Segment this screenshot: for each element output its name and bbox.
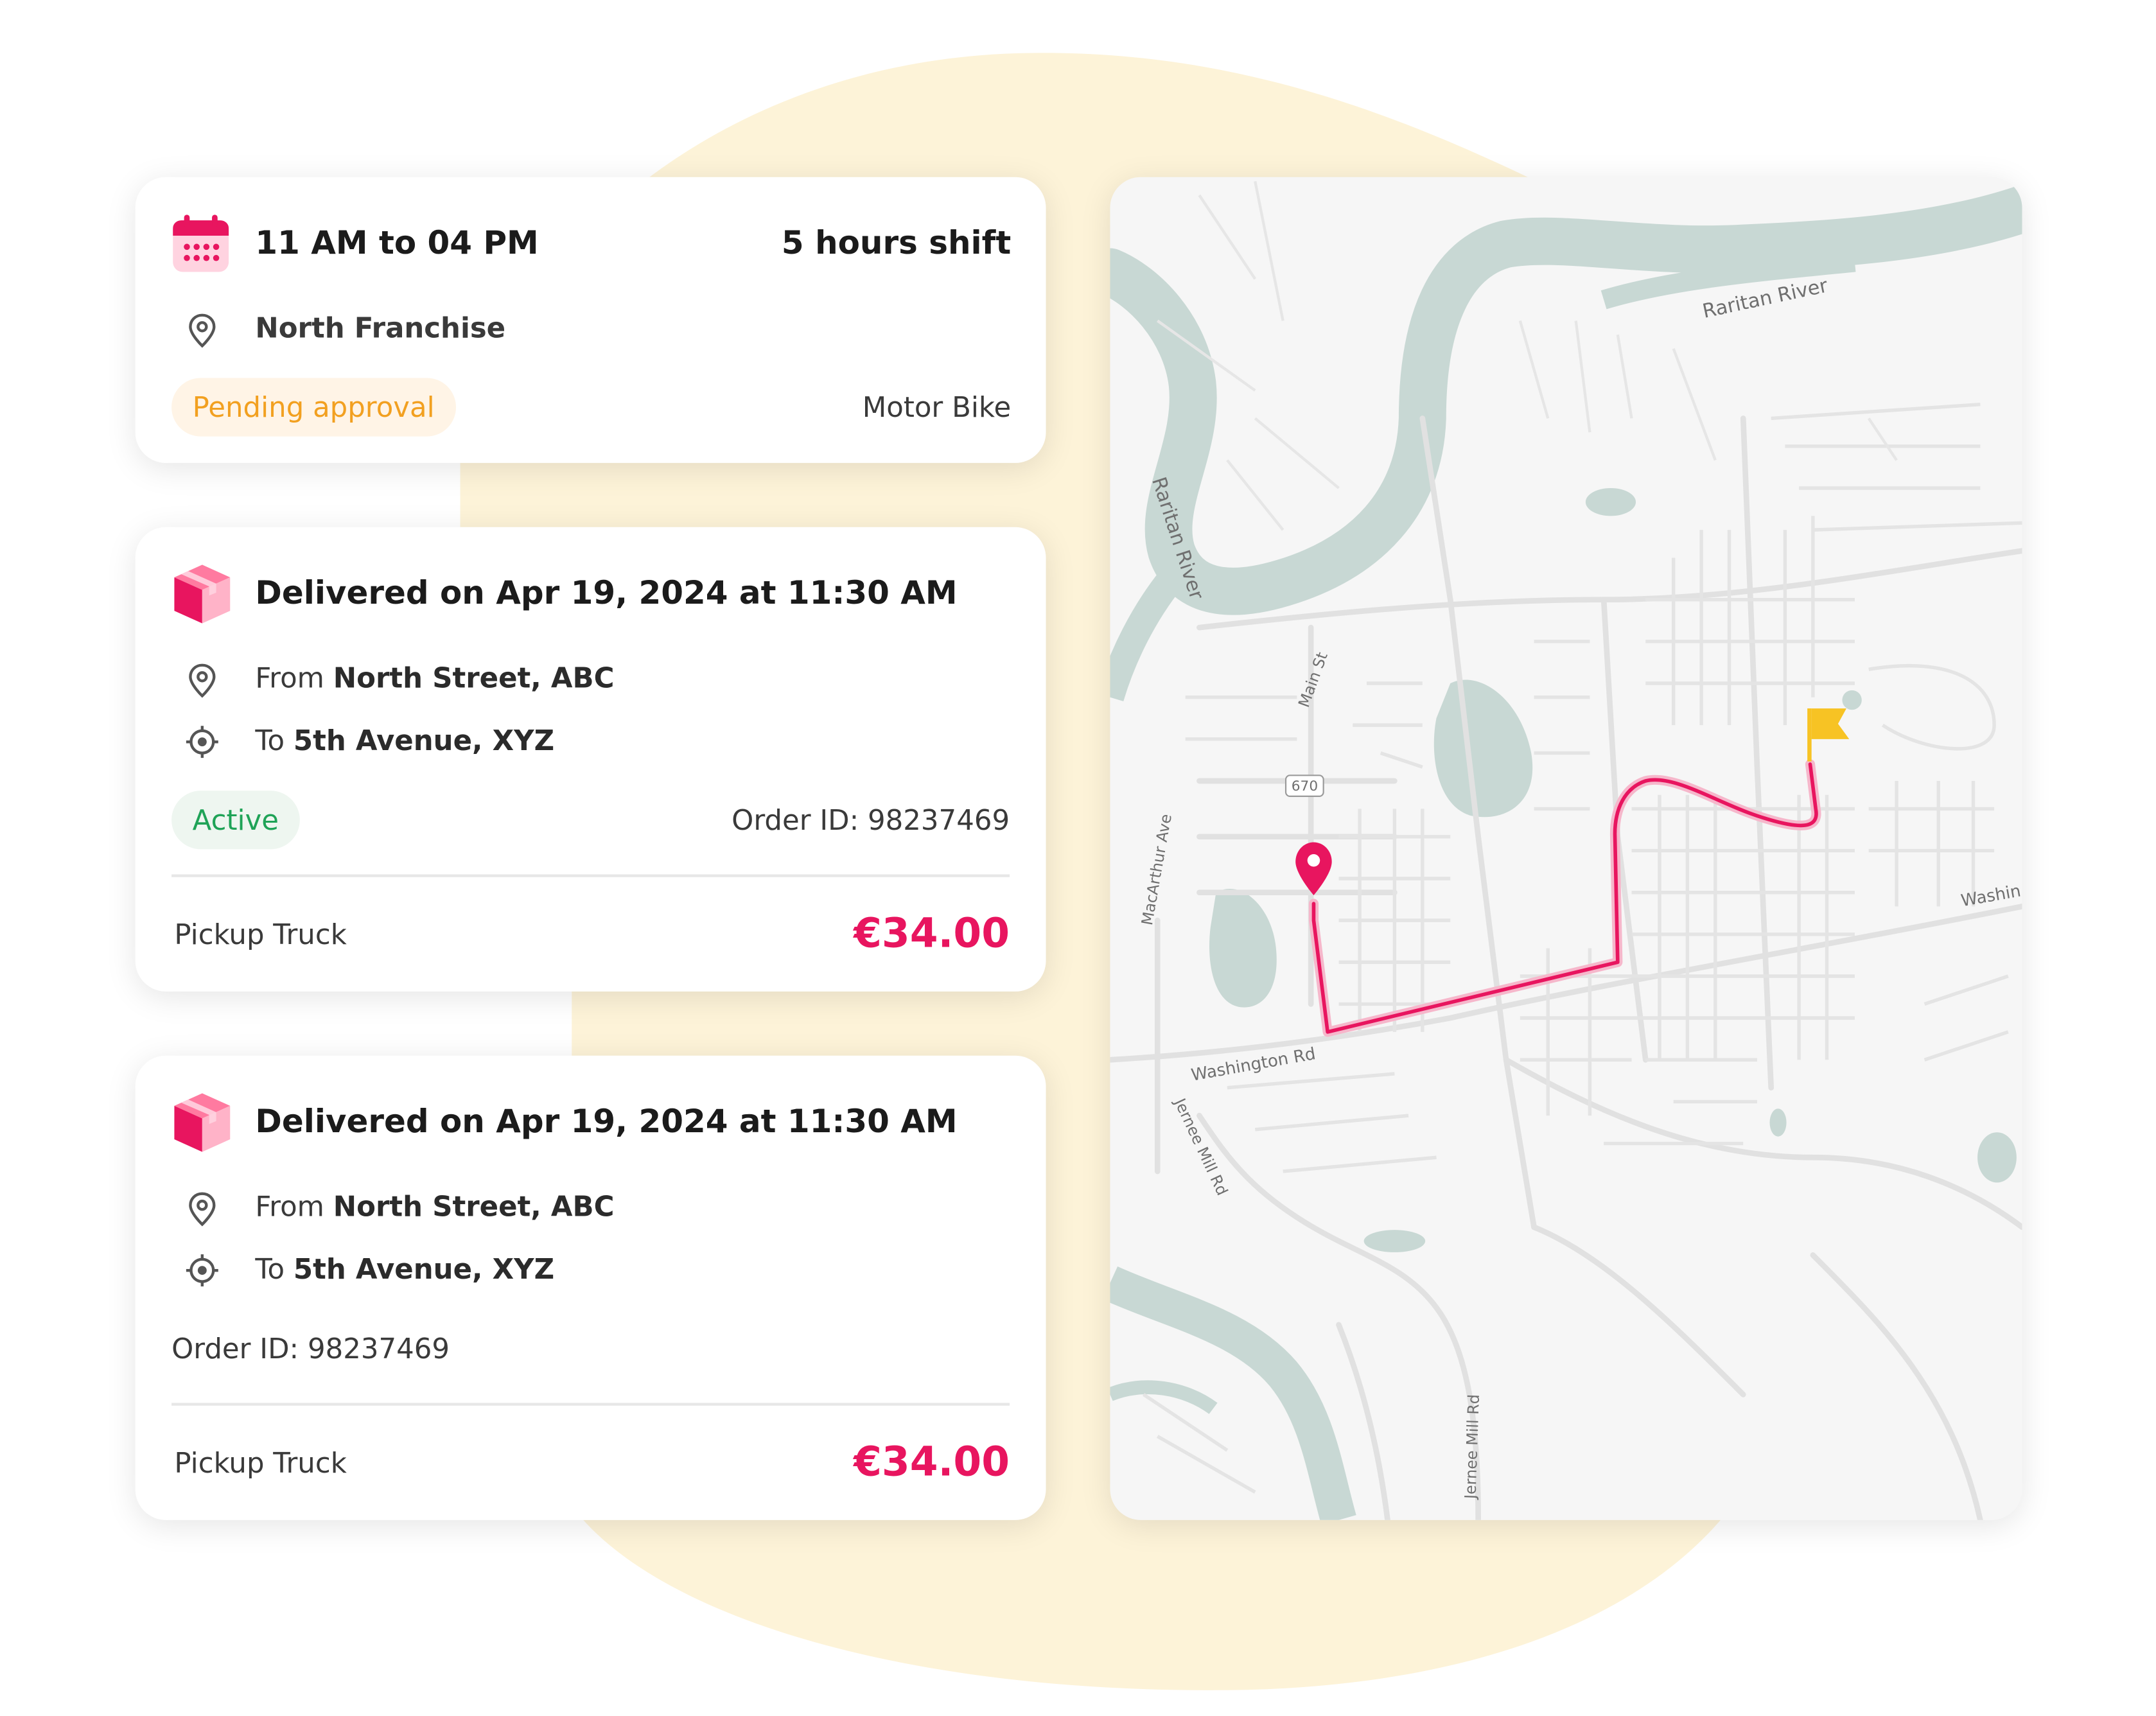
river xyxy=(1110,1266,1356,1520)
from-prefix: From xyxy=(255,661,324,695)
destination-pin-icon[interactable] xyxy=(1295,842,1332,896)
to-prefix: To xyxy=(255,723,285,758)
from-prefix: From xyxy=(255,1189,324,1223)
finish-flag-icon[interactable] xyxy=(1807,708,1850,762)
delivery-vehicle: Pickup Truck xyxy=(174,1446,347,1480)
to-address: 5th Avenue, XYZ xyxy=(293,723,555,758)
to-prefix: To xyxy=(255,1252,285,1286)
pond xyxy=(1977,1132,2017,1183)
shift-time: 11 AM to 04 PM xyxy=(255,225,539,263)
delivery-title: Delivered on Apr 19, 2024 at 11:30 AM xyxy=(255,1104,958,1141)
pond xyxy=(1585,487,1636,516)
delivery-vehicle: Pickup Truck xyxy=(174,917,347,951)
stage-content: 11 AM to 04 PM 5 hours shift North Franc… xyxy=(0,0,2156,1716)
package-icon xyxy=(170,1090,234,1160)
route-map[interactable]: Raritan River Raritan River Main St 670 … xyxy=(1110,177,2022,1520)
delivery-from: From North Street, ABC xyxy=(255,661,614,694)
street-label: Main St xyxy=(1295,650,1331,710)
pond xyxy=(1769,1108,1787,1137)
status-badge-pending: Pending approval xyxy=(171,378,456,437)
calendar-icon xyxy=(170,213,232,280)
lake xyxy=(1433,679,1533,818)
delivery-card[interactable]: Delivered on Apr 19, 2024 at 11:30 AM Fr… xyxy=(135,1055,1046,1520)
pond xyxy=(1842,690,1862,710)
divider xyxy=(171,874,1010,877)
target-icon xyxy=(186,1254,219,1293)
order-id: Order ID: 98237469 xyxy=(732,803,1010,837)
lake xyxy=(1209,889,1277,1008)
location-pin-icon xyxy=(186,312,219,354)
location-pin-icon xyxy=(186,1191,219,1232)
target-icon xyxy=(186,725,219,764)
package-icon xyxy=(170,562,234,632)
shift-location: North Franchise xyxy=(255,311,506,345)
route-number: 670 xyxy=(1292,778,1318,794)
shift-duration: 5 hours shift xyxy=(781,225,1012,263)
map-canvas[interactable]: Raritan River Raritan River Main St 670 … xyxy=(1110,177,2022,1520)
app-stage: 11 AM to 04 PM 5 hours shift North Franc… xyxy=(0,0,2156,1716)
river xyxy=(1110,570,1182,702)
location-pin-icon xyxy=(186,662,219,704)
street-label: Jernee Mill Rd xyxy=(1461,1394,1483,1501)
from-address: North Street, ABC xyxy=(333,661,615,695)
delivery-card[interactable]: Delivered on Apr 19, 2024 at 11:30 AM Fr… xyxy=(135,527,1046,992)
delivery-title: Delivered on Apr 19, 2024 at 11:30 AM xyxy=(255,575,958,613)
street-label: MacArthur Ave xyxy=(1138,812,1175,926)
pond xyxy=(1363,1230,1426,1252)
delivery-from: From North Street, ABC xyxy=(255,1189,614,1223)
shift-card[interactable]: 11 AM to 04 PM 5 hours shift North Franc… xyxy=(135,177,1046,463)
order-id: Order ID: 98237469 xyxy=(171,1331,450,1365)
to-address: 5th Avenue, XYZ xyxy=(293,1252,555,1286)
from-address: North Street, ABC xyxy=(333,1189,615,1223)
delivery-to: To 5th Avenue, XYZ xyxy=(255,724,554,757)
divider xyxy=(171,1403,1010,1406)
delivery-price: €34.00 xyxy=(854,909,1010,957)
delivery-to: To 5th Avenue, XYZ xyxy=(255,1252,554,1286)
shift-vehicle: Motor Bike xyxy=(862,390,1012,425)
status-badge-active: Active xyxy=(171,791,300,850)
delivery-price: €34.00 xyxy=(854,1437,1010,1485)
